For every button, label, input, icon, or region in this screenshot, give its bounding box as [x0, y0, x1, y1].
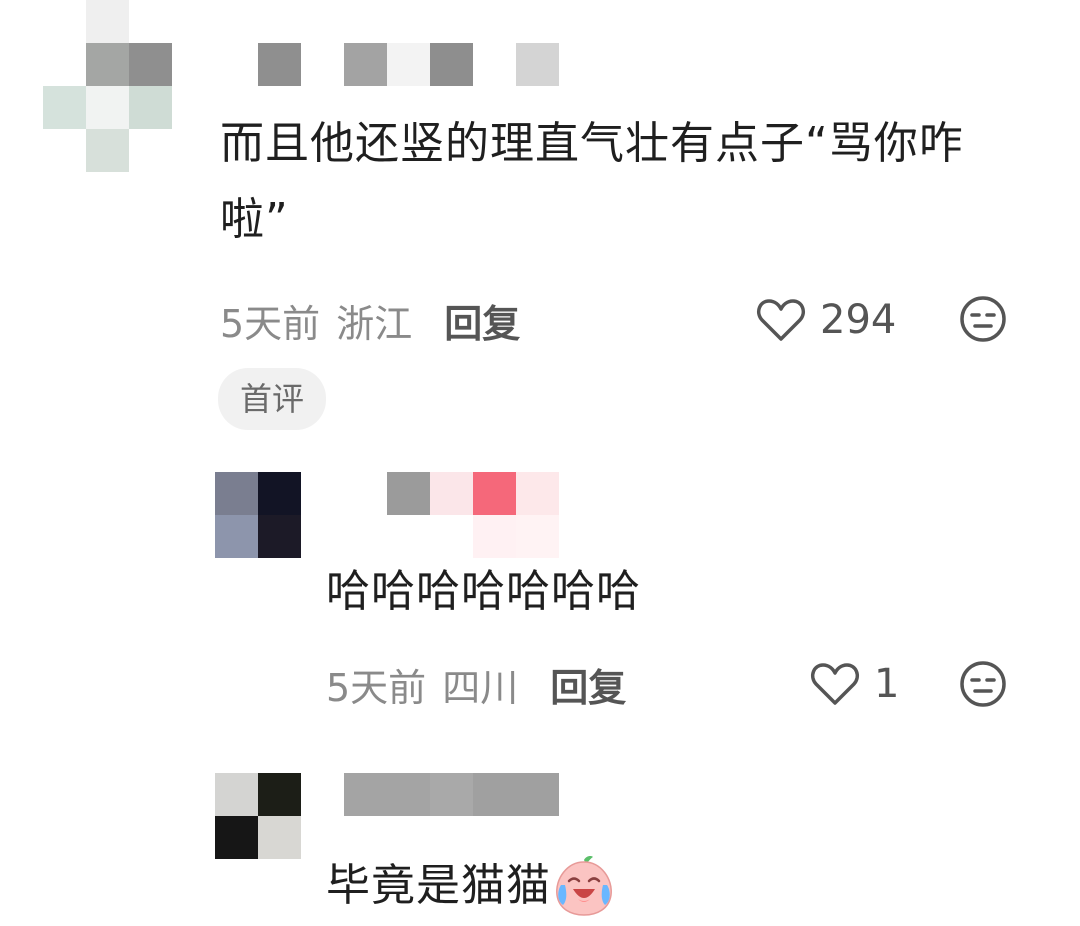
comment-text-2: 哈哈哈哈哈哈哈 [326, 566, 641, 617]
comment-1: 而且他还竖的理直气壮有点子“骂你咋啦” 5天前 浙江 回复 294 首评 [0, 0, 1080, 440]
comment-text-3: 毕竟是猫猫 [326, 860, 551, 911]
reply-button[interactable]: 回复 [550, 657, 626, 712]
like-button-1[interactable]: 294 [756, 292, 896, 348]
comment-time: 5天前 [326, 665, 427, 710]
comment-3-body: 毕竟是猫猫 [326, 848, 615, 924]
meh-face-icon [960, 296, 1006, 342]
reply-button[interactable]: 回复 [444, 293, 520, 348]
heart-outline-icon [757, 299, 805, 341]
comment-meta-2: 5天前 四川 回复 [326, 654, 626, 714]
avatar-1[interactable] [43, 0, 173, 172]
username-3[interactable] [344, 773, 560, 816]
meh-face-icon [960, 661, 1006, 707]
cry-laugh-peach-emoji [556, 856, 612, 916]
avatar-3[interactable] [215, 773, 301, 859]
like-count: 1 [874, 661, 900, 707]
comment-location: 四川 [442, 665, 519, 710]
comment-3: 毕竟是猫猫 [0, 770, 1080, 926]
comment-location: 浙江 [336, 301, 413, 346]
username-2[interactable] [387, 472, 562, 558]
dislike-button-1[interactable] [958, 294, 1008, 344]
like-count: 294 [820, 297, 897, 343]
heart-outline-icon [811, 663, 859, 705]
comment-2: 哈哈哈哈哈哈哈 5天前 四川 回复 1 [0, 470, 1080, 720]
comment-time: 5天前 [220, 301, 321, 346]
username-1[interactable] [215, 43, 565, 86]
comment-meta-1: 5天前 浙江 回复 [220, 290, 520, 350]
like-button-2[interactable]: 1 [810, 656, 899, 712]
dislike-button-2[interactable] [958, 659, 1008, 709]
comment-text-1: 而且他还竖的理直气壮有点子“骂你咋啦” [220, 118, 964, 245]
first-comment-badge: 首评 [218, 368, 327, 430]
avatar-2[interactable] [215, 472, 301, 558]
